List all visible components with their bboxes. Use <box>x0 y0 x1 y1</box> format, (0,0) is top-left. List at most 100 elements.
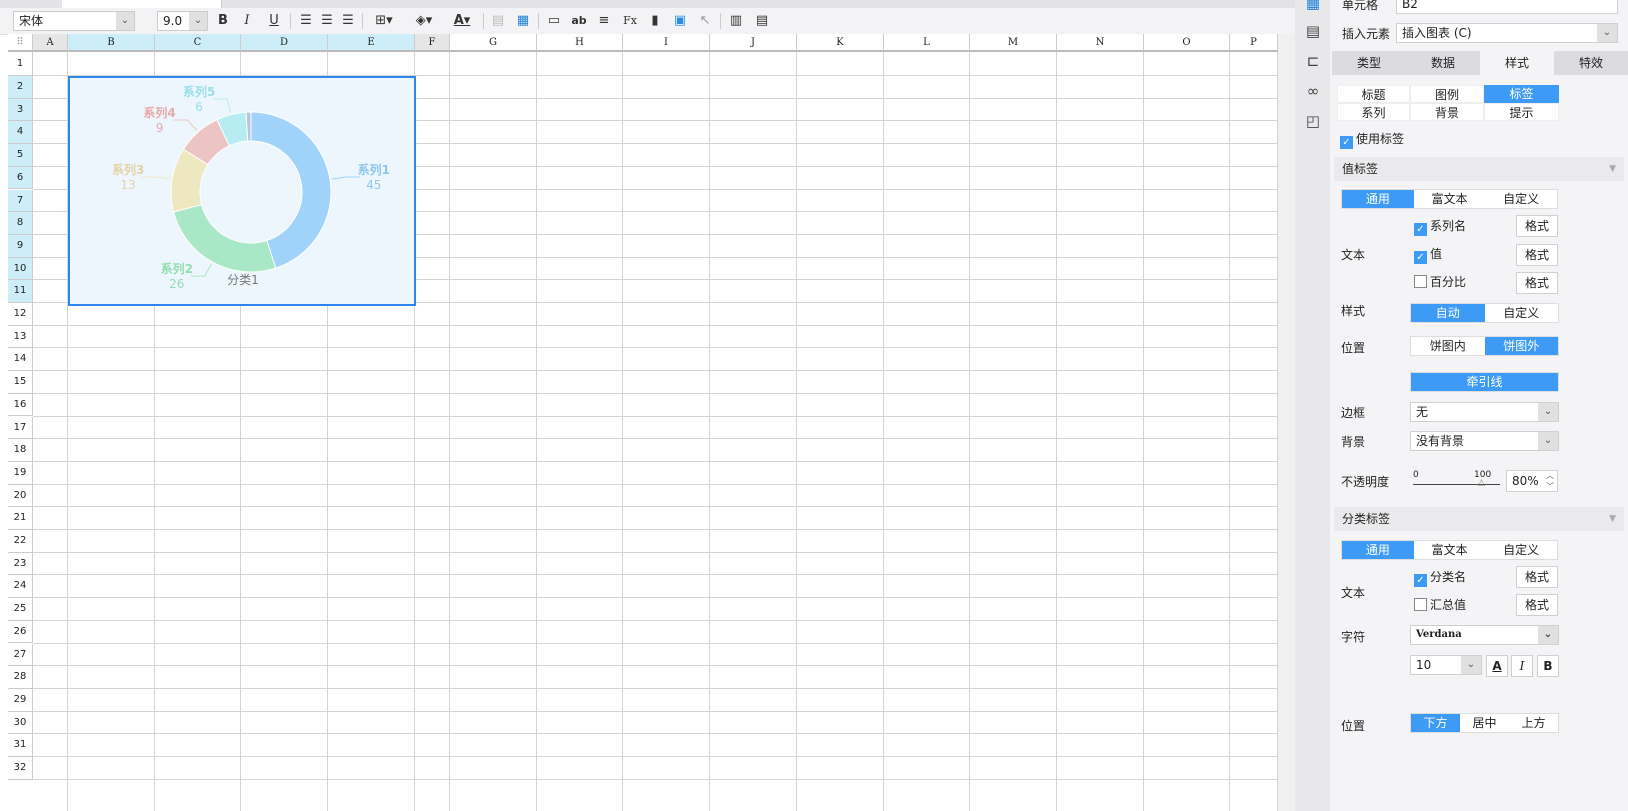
column-header-P[interactable]: P <box>1230 34 1278 52</box>
value-checkbox[interactable]: ✓ 值 <box>1414 247 1442 264</box>
row-header-13[interactable]: 13 <box>8 325 33 349</box>
row-header-19[interactable]: 19 <box>8 461 33 485</box>
row-header-12[interactable]: 12 <box>8 303 33 326</box>
column-header-E[interactable]: E <box>328 34 415 52</box>
link-icon[interactable]: ∞ <box>1303 82 1323 102</box>
row-header-26[interactable]: 26 <box>8 620 33 644</box>
row-header-4[interactable]: 4 <box>8 121 33 145</box>
table-icon[interactable]: ▦ <box>513 12 533 30</box>
percent-checkbox[interactable]: 百分比 <box>1414 275 1466 289</box>
row-header-11[interactable]: 11 <box>8 280 33 303</box>
font-select[interactable]: Verdana ⌄ <box>1410 625 1559 645</box>
row-header-24[interactable]: 24 <box>8 575 33 599</box>
border-icon[interactable]: ⊞▾ <box>368 12 400 30</box>
row-header-32[interactable]: 32 <box>8 757 33 780</box>
row-header-2[interactable]: 2 <box>8 76 33 99</box>
column-header-J[interactable]: J <box>710 34 797 52</box>
tab-style[interactable]: 样式 <box>1480 51 1554 75</box>
style-custom[interactable]: 自定义 <box>1485 304 1559 322</box>
paragraph-icon[interactable]: ≡ <box>594 12 614 30</box>
row-header-17[interactable]: 17 <box>8 416 33 440</box>
mode-custom[interactable]: 自定义 <box>1485 541 1557 559</box>
cell-info-icon[interactable]: ▤ <box>1303 22 1323 42</box>
row-header-18[interactable]: 18 <box>8 439 33 462</box>
bar-chart-icon[interactable]: ▮ <box>645 12 665 30</box>
row-header-20[interactable]: 20 <box>8 484 33 508</box>
percent-format-button[interactable]: 格式 <box>1516 272 1558 294</box>
align-left-icon[interactable]: ☰ <box>296 12 316 30</box>
font-size-select[interactable]: 10 ⌄ <box>1410 655 1482 675</box>
style-auto[interactable]: 自动 <box>1411 304 1485 322</box>
tab-data[interactable]: 数据 <box>1406 51 1480 75</box>
opacity-slider[interactable] <box>1413 484 1500 485</box>
italic-button[interactable]: I <box>1511 655 1533 677</box>
position-above[interactable]: 上方 <box>1509 714 1558 732</box>
bold-button[interactable]: B <box>213 12 233 30</box>
font-size-select[interactable]: 9.0 ⌄ <box>157 11 208 31</box>
row-header-28[interactable]: 28 <box>8 666 33 689</box>
border-select[interactable]: 无 ⌄ <box>1410 402 1559 422</box>
mode-rich-text[interactable]: 富文本 <box>1414 190 1486 208</box>
row-header-5[interactable]: 5 <box>8 144 33 167</box>
column-header-O[interactable]: O <box>1144 34 1230 52</box>
position-center[interactable]: 居中 <box>1460 714 1509 732</box>
column-header-H[interactable]: H <box>537 34 623 52</box>
subtab-background[interactable]: 背景 <box>1410 103 1484 121</box>
mode-general[interactable]: 通用 <box>1342 541 1414 559</box>
column-header-D[interactable]: D <box>241 34 328 52</box>
use-label-checkbox[interactable]: ✓ 使用标签 <box>1340 132 1404 149</box>
value-label-section[interactable]: 值标签 ▼ <box>1334 157 1624 181</box>
column-header-F[interactable]: F <box>415 34 450 52</box>
row-header-7[interactable]: 7 <box>8 189 33 213</box>
series-name-checkbox[interactable]: ✓ 系列名 <box>1414 219 1466 236</box>
sheet-tab[interactable] <box>62 0 222 8</box>
tab-type[interactable]: 类型 <box>1332 51 1406 75</box>
background-select[interactable]: 没有背景 ⌄ <box>1410 431 1559 451</box>
align-right-icon[interactable]: ☰ <box>338 12 358 30</box>
row-header-10[interactable]: 10 <box>8 257 33 281</box>
row-header-27[interactable]: 27 <box>8 643 33 667</box>
series-name-format-button[interactable]: 格式 <box>1516 215 1558 237</box>
align-center-icon[interactable]: ☰ <box>317 12 337 30</box>
row-header-15[interactable]: 15 <box>8 371 33 394</box>
column-header-L[interactable]: L <box>884 34 970 52</box>
subtab-title[interactable]: 标题 <box>1337 85 1410 103</box>
donut-chart[interactable]: 系列1 45 系列2 26 系列3 13 系列4 9 系列5 6 分类1 <box>68 76 416 306</box>
tab-effects[interactable]: 特效 <box>1554 51 1628 75</box>
row-header-31[interactable]: 31 <box>8 734 33 757</box>
mode-rich-text[interactable]: 富文本 <box>1414 541 1486 559</box>
font-color-button[interactable]: A <box>1486 655 1508 677</box>
cell-input[interactable]: B2 <box>1396 0 1618 14</box>
text-icon[interactable]: ab <box>569 12 589 30</box>
subtab-tooltip[interactable]: 提示 <box>1484 103 1559 121</box>
row-header-3[interactable]: 3 <box>8 98 33 122</box>
row-header-29[interactable]: 29 <box>8 688 33 712</box>
category-name-checkbox[interactable]: ✓ 分类名 <box>1414 570 1466 587</box>
column-header-M[interactable]: M <box>970 34 1057 52</box>
opacity-slider-handle[interactable]: △ <box>1478 478 1485 488</box>
textbox-icon[interactable]: ▭ <box>544 12 564 30</box>
subtab-legend[interactable]: 图例 <box>1410 85 1484 103</box>
fill-color-icon[interactable]: ◈▾ <box>408 12 440 30</box>
row-header-23[interactable]: 23 <box>8 552 33 576</box>
merge-cells-icon[interactable]: ▤ <box>488 12 508 30</box>
underline-button[interactable]: U <box>264 12 284 30</box>
row-header-25[interactable]: 25 <box>8 598 33 621</box>
category-label-section[interactable]: 分类标签 ▼ <box>1334 507 1624 531</box>
row-header-8[interactable]: 8 <box>8 212 33 235</box>
insert-element-select[interactable]: 插入图表 (C) ⌄ <box>1396 23 1618 43</box>
widget-icon[interactable]: ⊏ <box>1303 52 1323 72</box>
row-header-9[interactable]: 9 <box>8 234 33 258</box>
column-header-N[interactable]: N <box>1057 34 1144 52</box>
column-header-A[interactable]: A <box>33 34 68 52</box>
freeze-icon[interactable]: ▥ <box>726 12 746 30</box>
row-header-14[interactable]: 14 <box>8 348 33 372</box>
font-color-icon[interactable]: A▾ <box>446 12 478 30</box>
column-header-C[interactable]: C <box>155 34 241 52</box>
row-header-6[interactable]: 6 <box>8 166 33 190</box>
position-inside[interactable]: 饼图内 <box>1411 337 1485 355</box>
mode-general[interactable]: 通用 <box>1342 190 1414 208</box>
value-format-button[interactable]: 格式 <box>1516 244 1558 266</box>
slash-icon[interactable]: ↖ <box>695 12 715 30</box>
mode-custom[interactable]: 自定义 <box>1485 190 1557 208</box>
